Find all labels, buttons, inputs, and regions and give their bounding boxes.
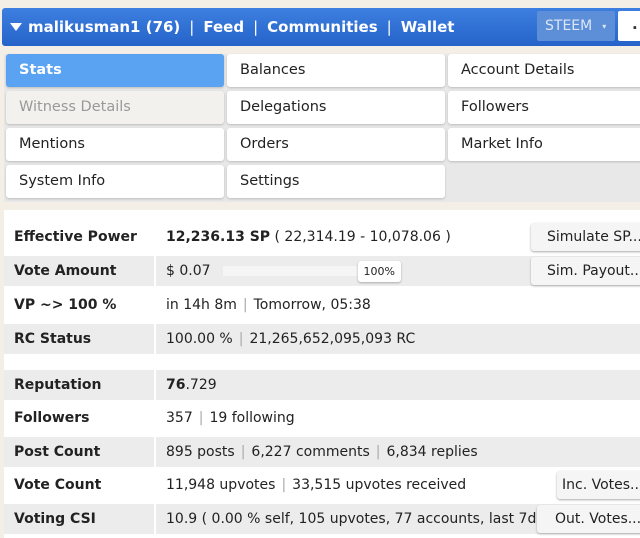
row-label: RC Status bbox=[4, 324, 156, 354]
row-rc-status: RC Status 100.00 % | 21,265,652,095,093 RC bbox=[4, 324, 640, 354]
row-label: Reputation bbox=[4, 370, 156, 400]
comments-value: 6,227 comments bbox=[251, 444, 370, 460]
coin-select[interactable]: STEEM ▾ bbox=[537, 11, 615, 41]
vote-weight-slider[interactable] bbox=[222, 266, 358, 276]
feed-link[interactable]: Feed bbox=[203, 18, 244, 36]
posts-value: 895 posts bbox=[166, 444, 235, 460]
row-reputation: Reputation 76.729 bbox=[4, 370, 640, 400]
wallet-link[interactable]: Wallet bbox=[401, 18, 455, 36]
row-followers: Followers 357 | 19 following bbox=[4, 403, 640, 433]
tab-account-details[interactable]: Account Details bbox=[448, 54, 640, 87]
vote-amount-value: $ 0.07 bbox=[166, 263, 211, 279]
vp-detail: Tomorrow, 05:38 bbox=[253, 297, 371, 313]
tab-settings[interactable]: Settings bbox=[227, 165, 445, 198]
tab-witness-details[interactable]: Witness Details bbox=[6, 91, 224, 124]
separator: | bbox=[253, 18, 259, 36]
reputation-decimals: .729 bbox=[185, 377, 217, 393]
row-post-count: Post Count 895 posts | 6,227 comments | 6,83… bbox=[4, 437, 640, 467]
out-votes-button[interactable]: Out. Votes... bbox=[537, 505, 640, 533]
row-label: VP ~> 100 % bbox=[4, 290, 156, 320]
row-label: Effective Power bbox=[4, 222, 156, 252]
upvotes-received-value: 33,515 upvotes received bbox=[292, 477, 467, 493]
effective-power-value: 12,236.13 SP bbox=[166, 229, 271, 245]
slider-handle[interactable]: 100% bbox=[357, 260, 401, 282]
separator: | bbox=[386, 18, 392, 36]
caret-down-icon[interactable] bbox=[10, 23, 22, 31]
effective-power-detail: ( 22,314.19 - 10,078.06 ) bbox=[274, 229, 451, 245]
coin-label: STEEM bbox=[545, 18, 593, 34]
user-link[interactable]: malikusman1 (76) bbox=[28, 18, 180, 36]
vp-value: in 14h 8m bbox=[166, 297, 237, 313]
simulate-sp-button[interactable]: Simulate SP... bbox=[531, 223, 640, 251]
tab-followers[interactable]: Followers bbox=[448, 91, 640, 124]
tab-orders[interactable]: Orders bbox=[227, 128, 445, 161]
top-nav-bar: malikusman1 (76) | Feed | Communities | Wal… bbox=[2, 8, 640, 46]
tab-mentions[interactable]: Mentions bbox=[6, 128, 224, 161]
chevron-down-icon: ▾ bbox=[602, 21, 607, 31]
communities-link[interactable]: Communities bbox=[267, 18, 378, 36]
tab-delegations[interactable]: Delegations bbox=[227, 91, 445, 124]
voting-csi-value: 10.9 ( 0.00 % self, 105 upvotes, 77 acco… bbox=[166, 511, 547, 527]
tab-stats[interactable]: Stats bbox=[6, 54, 224, 87]
search-input[interactable]: . bbox=[618, 11, 640, 41]
rc-value: 100.00 % bbox=[166, 331, 233, 347]
rc-detail: 21,265,652,095,093 RC bbox=[249, 331, 416, 347]
row-label: Post Count bbox=[4, 437, 156, 467]
stats-menu: Stats Balances Account Details Witness D… bbox=[4, 54, 640, 202]
following-value: 19 following bbox=[209, 410, 295, 426]
replies-value: 6,834 replies bbox=[386, 444, 478, 460]
sim-payout-button[interactable]: Sim. Payout... bbox=[531, 257, 640, 285]
row-label: Followers bbox=[4, 403, 156, 433]
reputation-value: 76 bbox=[166, 377, 186, 393]
row-vp: VP ~> 100 % in 14h 8m | Tomorrow, 05:38 bbox=[4, 290, 640, 320]
row-label: Vote Amount bbox=[4, 256, 156, 286]
separator: | bbox=[189, 18, 195, 36]
followers-value: 357 bbox=[166, 410, 193, 426]
tab-market-info[interactable]: Market Info bbox=[448, 128, 640, 161]
upvotes-value: 11,948 upvotes bbox=[166, 477, 276, 493]
tab-balances[interactable]: Balances bbox=[227, 54, 445, 87]
row-label: Voting CSI bbox=[4, 504, 156, 534]
tab-system-info[interactable]: System Info bbox=[6, 165, 224, 198]
row-label: Vote Count bbox=[4, 470, 156, 500]
row-vote-count: Vote Count 11,948 upvotes | 33,515 upvotes… bbox=[4, 470, 640, 500]
inc-votes-button[interactable]: Inc. Votes... bbox=[557, 471, 640, 499]
